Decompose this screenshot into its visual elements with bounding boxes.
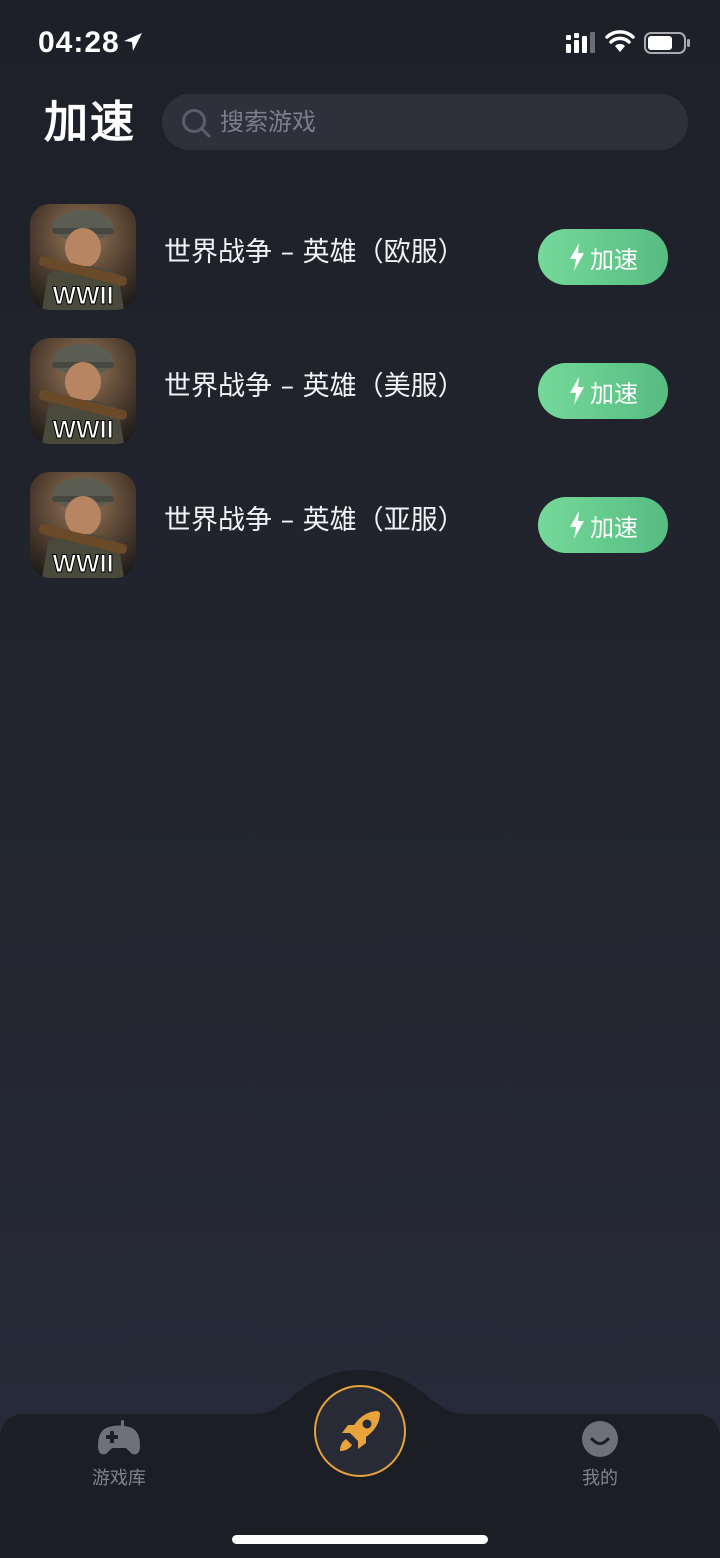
home-indicator[interactable] (232, 1535, 488, 1544)
thumb-text: WWII (52, 282, 113, 310)
list-item: WWII 世界战争 – 英雄（亚服） 加速 (0, 472, 720, 606)
accelerate-button-label: 加速 (590, 513, 638, 542)
search-bar[interactable] (162, 94, 688, 150)
accelerate-button[interactable]: 加速 (538, 229, 668, 285)
lightning-bolt-icon (570, 511, 584, 539)
thumb-text: WWII (52, 550, 113, 578)
lightning-bolt-icon (570, 243, 584, 271)
search-input[interactable] (220, 94, 660, 150)
game-thumbnail[interactable]: WWII (30, 204, 136, 310)
game-thumbnail[interactable]: WWII (30, 472, 136, 578)
location-arrow-icon (124, 33, 142, 51)
tab-mine-label: 我的 (582, 1468, 618, 1489)
tab-mine[interactable]: 我的 (540, 1420, 660, 1510)
battery-icon (644, 32, 690, 54)
game-name: 世界战争 – 英雄（欧服） (164, 237, 465, 268)
page-title: 加速 (44, 97, 136, 148)
accelerate-button-label: 加速 (590, 379, 638, 408)
gamepad-icon (98, 1420, 140, 1455)
rocket-icon (340, 1411, 380, 1451)
tab-game-library[interactable]: 游戏库 (59, 1420, 179, 1510)
status-time: 04:28 (38, 26, 120, 59)
game-name: 世界战争 – 英雄（亚服） (164, 505, 465, 536)
accelerate-button[interactable]: 加速 (538, 497, 668, 553)
list-item: WWII 世界战争 – 英雄（美服） 加速 (0, 338, 720, 472)
bottom-tab-bar: 游戏库 我的 (0, 1370, 720, 1558)
wifi-icon (605, 30, 635, 52)
lightning-bolt-icon (570, 377, 584, 405)
game-list: WWII 世界战争 – 英雄（欧服） 加速 WWII 世界战争 – 英雄（美服）… (0, 204, 720, 606)
status-bar: 04:28 (0, 0, 720, 86)
thumb-text: WWII (52, 416, 113, 444)
accelerate-button[interactable]: 加速 (538, 363, 668, 419)
search-icon (182, 109, 211, 138)
game-name: 世界战争 – 英雄（美服） (164, 371, 465, 402)
accelerate-tab-button[interactable] (314, 1385, 406, 1477)
tab-game-library-label: 游戏库 (92, 1468, 146, 1489)
game-thumbnail[interactable]: WWII (30, 338, 136, 444)
accelerate-button-label: 加速 (590, 245, 638, 274)
cellular-signal-icon (566, 32, 595, 53)
smile-face-icon (582, 1421, 618, 1457)
list-item: WWII 世界战争 – 英雄（欧服） 加速 (0, 204, 720, 338)
